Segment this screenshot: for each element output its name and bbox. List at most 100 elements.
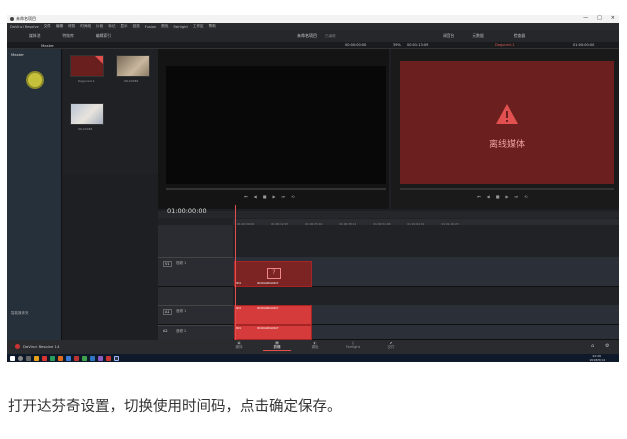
timeline-viewer: 离线媒体 ⏮ ◀ ■ ▶ ⏭ ⟲: [391, 49, 619, 209]
edit-index-button[interactable]: 编辑索引: [96, 33, 111, 39]
effects-button[interactable]: 特效库: [62, 33, 73, 39]
app-icon[interactable]: [90, 355, 95, 361]
menu-item[interactable]: 显示: [120, 24, 127, 29]
source-scrubber[interactable]: [166, 188, 386, 190]
warning-icon: [496, 104, 518, 124]
audio-mixer-button[interactable]: 调音台: [443, 33, 454, 39]
jump-start-icon[interactable]: ⏮: [244, 194, 248, 199]
source-timecode: 00:00:00:00: [345, 43, 367, 47]
offline-media-text: 离线媒体: [488, 140, 525, 150]
audio-clip-a1[interactable]: IIO1 IIO1OG000L0017: [234, 305, 312, 325]
jump-end-icon[interactable]: ⏭: [282, 194, 286, 199]
jump-start-icon[interactable]: ⏮: [477, 194, 481, 199]
maximize-button[interactable]: □: [597, 15, 602, 23]
app-icon[interactable]: [58, 355, 63, 361]
page-navigation-bar: DaVinci Resolve 14 ▣ 媒体 ▤ 剪辑 ◐ 调色 ♫ Fairligh…: [7, 340, 619, 354]
clip-label: IIO1OG000L0017: [257, 307, 279, 310]
step-back-icon[interactable]: ◀: [487, 194, 490, 199]
page-media[interactable]: ▣ 媒体: [225, 341, 253, 350]
mail-icon[interactable]: [66, 355, 71, 361]
playhead[interactable]: [235, 205, 236, 340]
clip-name: Degunerl-1: [78, 79, 95, 83]
inspector-button[interactable]: 检查器: [514, 33, 525, 39]
clip-name: IOL00084: [78, 127, 93, 131]
jump-end-icon[interactable]: ⏭: [515, 194, 519, 199]
page-edit[interactable]: ▤ 剪辑: [263, 341, 291, 351]
clock-date: 2018/5/14: [589, 358, 605, 362]
step-back-icon[interactable]: ◀: [254, 194, 257, 199]
source-screen[interactable]: [166, 66, 386, 184]
offline-frame-icon: ?: [267, 268, 281, 279]
stop-icon[interactable]: ■: [263, 194, 267, 199]
start-icon[interactable]: [10, 355, 15, 361]
page-fairlight[interactable]: ♫ Fairlight: [339, 341, 367, 349]
resolve-logo-icon: [15, 344, 20, 349]
timeline-scrubber[interactable]: [400, 188, 614, 190]
settings-gear-icon[interactable]: ⚙: [605, 343, 609, 349]
menu-item[interactable]: 颜色: [161, 24, 168, 29]
bin-power-icon[interactable]: [26, 71, 44, 89]
loop-icon[interactable]: ⟲: [524, 194, 527, 199]
menu-item[interactable]: 文件: [44, 24, 51, 29]
app-icon[interactable]: [74, 355, 79, 361]
search-icon[interactable]: [18, 355, 23, 361]
clip-label: IIO1: [236, 282, 242, 285]
app-logo-icon: [10, 17, 14, 21]
menu-item[interactable]: 帮助: [209, 24, 216, 29]
edited-status: 已编辑: [325, 33, 336, 38]
app-icon[interactable]: [98, 355, 103, 361]
home-icon[interactable]: ⌂: [591, 343, 594, 349]
menu-item[interactable]: 修剪: [68, 24, 75, 29]
app-icon[interactable]: [82, 355, 87, 361]
clip-thumbnail[interactable]: [70, 55, 104, 77]
timeline-timecode: 01:00:00:00: [167, 207, 207, 215]
bin-selector[interactable]: Master: [41, 43, 54, 48]
menu-item[interactable]: Fairlight: [173, 25, 187, 29]
menu-item[interactable]: 编辑: [56, 24, 63, 29]
clip-label: IIO1: [236, 327, 242, 330]
edit-toolbar: [158, 211, 619, 218]
zoom-level[interactable]: 39%: [393, 43, 401, 47]
smart-bins-label[interactable]: 智能媒体夹: [11, 311, 29, 316]
menu-item[interactable]: 时间线: [80, 24, 91, 29]
clip-flag-icon: [95, 56, 103, 64]
page-color[interactable]: ◐ 调色: [301, 341, 329, 350]
close-button[interactable]: ×: [611, 15, 615, 23]
timeline-screen[interactable]: 离线媒体: [400, 61, 614, 184]
menu-item[interactable]: 工作区: [193, 24, 204, 29]
minimize-button[interactable]: —: [583, 15, 588, 23]
video-clip[interactable]: IIO1 IIO1OG000L0017 ?: [234, 261, 312, 287]
menu-item[interactable]: 回放: [133, 24, 140, 29]
davinci-taskbar-icon[interactable]: [114, 355, 119, 361]
page-deliver[interactable]: ⬈ 交付: [377, 341, 405, 350]
viewer-header-bar: Master 00:00:00:00 39% 00:01:13:09 Degun…: [7, 42, 619, 49]
timeline-selector[interactable]: Degunerl-1: [495, 43, 515, 47]
loop-icon[interactable]: ⟲: [291, 194, 294, 199]
source-transport: ⏮ ◀ ■ ▶ ⏭ ⟲: [244, 194, 295, 199]
menu-item[interactable]: DaVinci Resolve: [10, 25, 39, 29]
menu-item[interactable]: 片段: [96, 24, 103, 29]
timeline-transport: ⏮ ◀ ■ ▶ ⏭ ⟲: [477, 194, 528, 199]
audio-clip-a2[interactable]: IIO1 IIO1OG000L0017: [234, 325, 312, 340]
master-bin[interactable]: Master: [11, 52, 24, 57]
clip-thumbnail[interactable]: [116, 55, 150, 77]
source-viewer: ⏮ ◀ ■ ▶ ⏭ ⟲: [158, 49, 389, 209]
caption-text: 打开达芬奇设置，切换使用时间码，点击确定保存。: [8, 399, 342, 415]
window-controls: — □ ×: [583, 15, 615, 23]
media-pool-button[interactable]: 媒体池: [29, 33, 40, 39]
app-icon[interactable]: [50, 355, 55, 361]
play-icon[interactable]: ▶: [505, 194, 508, 199]
play-icon[interactable]: ▶: [272, 194, 275, 199]
clip-thumbnail[interactable]: [70, 103, 104, 125]
app-icon[interactable]: [106, 355, 111, 361]
windows-taskbar: 22:26 2018/5/14: [7, 354, 619, 362]
menu-item[interactable]: Fusion: [145, 25, 157, 29]
title-bar: 未命名项目: [7, 15, 619, 23]
stop-icon[interactable]: ■: [496, 194, 500, 199]
task-view-icon[interactable]: [26, 355, 31, 361]
browser-icon[interactable]: [34, 355, 39, 361]
chrome-icon[interactable]: [42, 355, 47, 361]
clip-label: IIO1: [236, 307, 242, 310]
metadata-button[interactable]: 元数据: [472, 33, 483, 39]
menu-item[interactable]: 标记: [108, 24, 115, 29]
